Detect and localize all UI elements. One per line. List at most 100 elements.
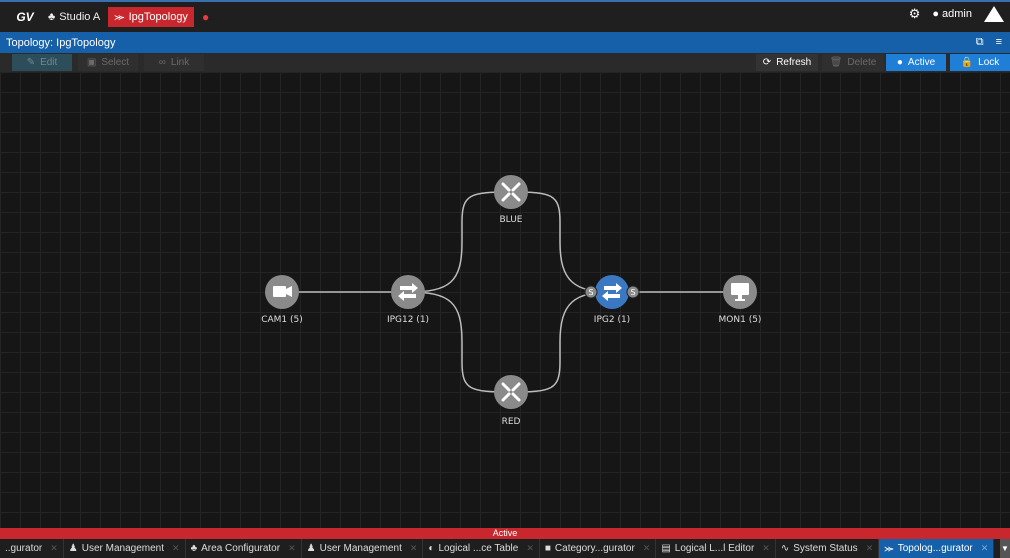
node-red[interactable] — [494, 375, 528, 409]
node-label-cam1: CAM1 (5) — [261, 315, 303, 325]
editor-icon: ▤ — [661, 543, 671, 554]
bottom-tab-label: System Status — [793, 543, 858, 554]
edit-button[interactable]: ✎ Edit — [12, 54, 72, 71]
bottom-tab-1[interactable]: ♟ User Management ✕ — [64, 539, 186, 558]
users-icon: ♟ — [306, 543, 316, 554]
camera-icon — [273, 286, 286, 297]
users-icon: ♟ — [68, 543, 78, 554]
bottom-tab-label: Logical ...ce Table — [438, 543, 519, 554]
bottom-tab-0[interactable]: ..gurator ✕ — [0, 539, 64, 558]
node-label-blue: BLUE — [499, 215, 523, 225]
close-icon[interactable]: ✕ — [981, 543, 989, 554]
detach-icon[interactable]: ⧉ — [976, 36, 984, 49]
bottom-tab-label: User Management — [319, 543, 402, 554]
lock-icon: 🔒 — [960, 57, 974, 68]
tab-ipgtopology[interactable]: ⪼ IpgTopology — [108, 7, 194, 27]
refresh-button[interactable]: ⟳ Refresh — [756, 54, 818, 71]
lock-label: Lock — [978, 57, 1000, 68]
close-icon[interactable]: ✕ — [762, 543, 770, 554]
close-icon[interactable]: ✕ — [866, 543, 874, 554]
node-blue[interactable] — [494, 175, 528, 209]
scroll-down-icon[interactable]: ▼ — [1000, 539, 1010, 558]
close-icon[interactable]: ✕ — [643, 543, 651, 554]
link-button[interactable]: ∞ Link — [144, 54, 204, 71]
close-icon[interactable]: ✕ — [50, 543, 58, 554]
link-icon: ∞ — [158, 57, 166, 68]
link-label: Link — [170, 57, 190, 68]
studio-label: Studio A — [59, 11, 101, 23]
toolbar: ✎ Edit ▣ Select ∞ Link ⟳ Refresh 🗑 Delet… — [0, 53, 1010, 72]
refresh-icon: ⟳ — [762, 57, 772, 68]
select-icon: ▣ — [86, 57, 97, 68]
refresh-label: Refresh — [776, 57, 812, 68]
bottom-tab-8[interactable]: ⪼ Topolog...gurator ✕ — [879, 539, 995, 558]
gear-icon[interactable]: ⚙ — [909, 6, 921, 22]
status-bar: Active — [0, 528, 1010, 539]
alert-triangle-icon[interactable] — [984, 6, 1004, 22]
pulse-icon: ∿ — [780, 543, 790, 554]
delete-label: Delete — [847, 57, 877, 68]
select-button[interactable]: ▣ Select — [78, 54, 138, 71]
lock-button[interactable]: 🔒 Lock — [950, 54, 1010, 71]
bulb-icon: ● — [896, 57, 903, 68]
trash-icon: 🗑 — [829, 57, 843, 68]
gv-logo[interactable]: GV — [12, 8, 38, 26]
node-label-ipg12: IPG12 (1) — [386, 315, 430, 325]
logical-icon: ◐ — [428, 543, 435, 554]
link-ipg12-blue[interactable] — [407, 191, 512, 293]
select-label: Select — [101, 57, 130, 68]
bottom-tab-7[interactable]: ∿ System Status ✕ — [776, 539, 880, 558]
node-cam1[interactable] — [265, 275, 299, 309]
node-ipg2[interactable]: S S — [584, 275, 640, 309]
topology-icon: ⪼ — [114, 10, 125, 23]
topology-icon: ⪼ — [884, 543, 894, 554]
area-icon: ♣ — [48, 11, 56, 23]
pencil-icon: ✎ — [26, 57, 36, 68]
node-label-red: RED — [501, 417, 521, 427]
svg-text:S: S — [588, 288, 593, 297]
topology-graph: S S — [265, 175, 757, 409]
bottom-tab-bar: ..gurator ✕ ♟ User Management ✕ ♣ Area Con… — [0, 539, 1010, 558]
tab-label: IpgTopology — [128, 11, 188, 23]
menu-icon[interactable]: ≡ — [996, 36, 1002, 49]
delete-button[interactable]: 🗑 Delete — [822, 54, 884, 71]
node-label-ipg2: IPG2 (1) — [593, 315, 631, 325]
bottom-tab-5[interactable]: ■ Category...gurator ✕ — [540, 539, 657, 558]
top-right-controls: ⚙ ● admin — [909, 6, 1004, 22]
active-button[interactable]: ● Active — [886, 54, 946, 71]
close-icon[interactable]: ✕ — [526, 543, 534, 554]
area-icon: ♣ — [190, 543, 198, 554]
link-ipg12-red[interactable] — [407, 291, 512, 393]
bottom-tab-label: Area Configurator — [201, 543, 281, 554]
top-bar: GV ♣ Studio A ⪼ IpgTopology ● ⚙ ● admin — [0, 0, 1010, 32]
user-menu[interactable]: ● admin — [932, 8, 972, 20]
node-ipg12[interactable] — [391, 275, 425, 309]
edit-label: Edit — [40, 57, 58, 68]
bottom-tab-4[interactable]: ◐ Logical ...ce Table ✕ — [423, 539, 540, 558]
close-icon[interactable]: ✕ — [172, 543, 180, 554]
close-icon[interactable]: ✕ — [288, 543, 296, 554]
bottom-tab-label: Category...gurator — [554, 543, 635, 554]
user-name: admin — [942, 8, 972, 20]
close-icon[interactable]: ✕ — [410, 543, 418, 554]
node-mon1[interactable] — [723, 275, 757, 309]
bottom-tab-label: User Management — [81, 543, 165, 554]
active-label: Active — [907, 57, 936, 68]
studio-selector[interactable]: ♣ Studio A — [48, 11, 100, 23]
category-icon: ■ — [544, 543, 551, 554]
bottom-tab-label: Logical L...l Editor — [674, 543, 755, 554]
link-blue-ipg2[interactable] — [510, 191, 613, 293]
bottom-tab-3[interactable]: ♟ User Management ✕ — [302, 539, 424, 558]
svg-text:S: S — [630, 288, 635, 297]
node-label-mon1: MON1 (5) — [718, 315, 762, 325]
page-title: Topology: IpgTopology — [6, 36, 116, 49]
bottom-tab-6[interactable]: ▤ Logical L...l Editor ✕ — [656, 539, 776, 558]
pin-icon[interactable]: ● — [202, 10, 209, 24]
title-bar: Topology: IpgTopology ⧉ ≡ — [0, 32, 1010, 53]
bottom-tab-label: ..gurator — [5, 543, 43, 554]
bottom-tab-2[interactable]: ♣ Area Configurator ✕ — [186, 539, 302, 558]
link-red-ipg2[interactable] — [510, 291, 613, 393]
user-icon: ● — [932, 8, 940, 20]
bottom-tab-label: Topolog...gurator — [897, 543, 973, 554]
topology-canvas[interactable]: S S CAM1 (5) IPG12 (1) BLUE RED IPG2 (1)… — [0, 72, 1010, 528]
